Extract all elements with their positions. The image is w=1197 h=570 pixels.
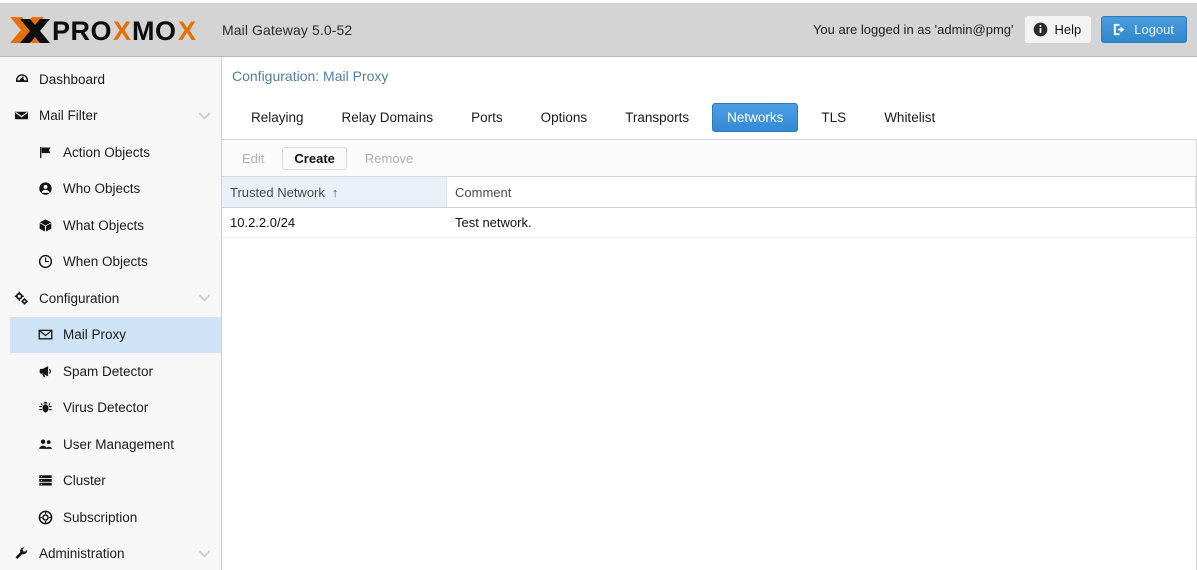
tab-bar: Relaying Relay Domains Ports Options Transpo… (222, 95, 1197, 140)
sidebar-item-administration[interactable]: Administration (0, 536, 221, 570)
proxmox-logo: PRO X MO X (8, 13, 216, 47)
sidebar-item-label: User Management (63, 436, 175, 452)
tab-relay-domains[interactable]: Relay Domains (327, 103, 449, 132)
sidebar-item-label: Cluster (63, 473, 106, 488)
chevron-down-icon[interactable] (197, 547, 211, 561)
envelope-icon (14, 108, 34, 123)
user-circle-icon (38, 181, 58, 196)
flag-icon (38, 145, 58, 160)
dashboard-icon (14, 71, 34, 87)
envelope-open-icon (38, 327, 58, 342)
sidebar-item-spam-detector[interactable]: Spam Detector (0, 353, 221, 390)
grid-toolbar: Edit Create Remove (222, 140, 1197, 177)
product-title: Mail Gateway 5.0-52 (222, 21, 353, 38)
brand-area: PRO X MO X Mail Gateway 5.0-52 (0, 13, 352, 47)
bug-icon (38, 400, 58, 415)
sidebar-item-label: Action Objects (63, 144, 151, 160)
cell-trusted-network: 10.2.2.0/24 (230, 215, 296, 230)
sidebar-item-mail-proxy[interactable]: Mail Proxy (10, 316, 221, 353)
grid-empty-space (222, 238, 1196, 570)
users-icon (38, 437, 58, 452)
life-ring-icon (38, 510, 58, 525)
sidebar-item-label: Mail Filter (39, 108, 98, 123)
tab-whitelist[interactable]: Whitelist (869, 103, 950, 132)
svg-text:X: X (178, 16, 197, 45)
logout-icon (1112, 22, 1127, 37)
help-button[interactable]: Help (1025, 16, 1092, 43)
grid-body: 10.2.2.0/24 Test network. (222, 208, 1196, 238)
sidebar-item-label: Subscription (63, 509, 138, 525)
server-icon (38, 473, 58, 488)
svg-text:X: X (113, 16, 132, 45)
logout-button[interactable]: Logout (1101, 16, 1187, 43)
sidebar-item-label: Who Objects (63, 181, 141, 196)
sidebar-item-user-management[interactable]: User Management (0, 426, 221, 463)
sidebar-item-subscription[interactable]: Subscription (0, 499, 221, 536)
sidebar-item-label: Mail Proxy (63, 327, 127, 342)
remove-button: Remove (364, 150, 414, 166)
clock-icon (38, 254, 58, 269)
sidebar-item-what-objects[interactable]: What Objects (0, 207, 221, 244)
grid-header-row: Trusted Network ↑ Comment (222, 177, 1196, 208)
column-header-label: Trusted Network (230, 184, 325, 200)
sidebar-item-label: When Objects (63, 254, 148, 269)
sidebar-item-label: Virus Detector (63, 400, 149, 415)
page-title: Configuration: Mail Proxy (222, 57, 1197, 95)
proxmox-mail-gateway-app: PRO X MO X Mail Gateway 5.0-52 You are l… (0, 0, 1197, 570)
body-container: Dashboard Mail Filter Action Objects Who Ob… (0, 57, 1197, 570)
chevron-down-icon[interactable] (197, 291, 211, 305)
column-header-label: Comment (455, 184, 512, 200)
tab-networks[interactable]: Networks (712, 102, 799, 132)
sidebar-item-cluster[interactable]: Cluster (0, 463, 221, 500)
login-status-text: You are logged in as 'admin@pmg' (812, 22, 1014, 37)
sort-ascending-icon: ↑ (331, 184, 339, 200)
sidebar-item-label: Dashboard (39, 71, 106, 87)
edit-button: Edit (242, 150, 265, 166)
tab-tls[interactable]: TLS (806, 103, 861, 132)
sidebar-item-virus-detector[interactable]: Virus Detector (0, 390, 221, 427)
sidebar-item-dashboard[interactable]: Dashboard (0, 61, 221, 98)
sidebar-item-mail-filter[interactable]: Mail Filter (0, 98, 221, 135)
cube-icon (38, 218, 58, 233)
column-header-trusted-network[interactable]: Trusted Network ↑ (222, 177, 447, 207)
wrench-icon (14, 546, 34, 561)
sidebar-item-when-objects[interactable]: When Objects (0, 244, 221, 281)
header-right-controls: You are logged in as 'admin@pmg' Help Lo… (813, 16, 1197, 43)
top-header-bar: PRO X MO X Mail Gateway 5.0-52 You are l… (0, 0, 1197, 57)
sidebar-item-label: Spam Detector (63, 363, 154, 379)
info-icon (1033, 22, 1048, 37)
gears-icon (14, 291, 34, 306)
bullhorn-icon (38, 364, 58, 379)
tab-options[interactable]: Options (526, 103, 603, 132)
tab-ports[interactable]: Ports (456, 103, 518, 132)
sidebar-item-action-objects[interactable]: Action Objects (0, 134, 221, 171)
help-button-label: Help (1054, 22, 1082, 37)
cell-comment: Test network. (455, 215, 532, 230)
create-button[interactable]: Create (282, 146, 347, 170)
table-row[interactable]: 10.2.2.0/24 Test network. (222, 208, 1196, 238)
main-content: Configuration: Mail Proxy Relaying Relay … (222, 57, 1197, 570)
svg-text:MO: MO (132, 16, 177, 45)
sidebar-item-label: Administration (39, 546, 125, 561)
sidebar-item-label: What Objects (63, 217, 145, 233)
networks-grid: Trusted Network ↑ Comment 10.2.2.0/24 Test … (222, 177, 1197, 570)
svg-text:PRO: PRO (52, 16, 112, 45)
chevron-down-icon[interactable] (197, 109, 211, 123)
tab-relaying[interactable]: Relaying (236, 103, 319, 132)
tab-transports[interactable]: Transports (610, 103, 704, 132)
logout-button-label: Logout (1134, 22, 1174, 37)
column-header-comment[interactable]: Comment (447, 177, 1196, 207)
sidebar-item-who-objects[interactable]: Who Objects (0, 171, 221, 208)
sidebar-item-configuration[interactable]: Configuration (0, 280, 221, 317)
sidebar-item-label: Configuration (39, 290, 120, 306)
sidebar-navigation: Dashboard Mail Filter Action Objects Who Ob… (0, 57, 222, 570)
